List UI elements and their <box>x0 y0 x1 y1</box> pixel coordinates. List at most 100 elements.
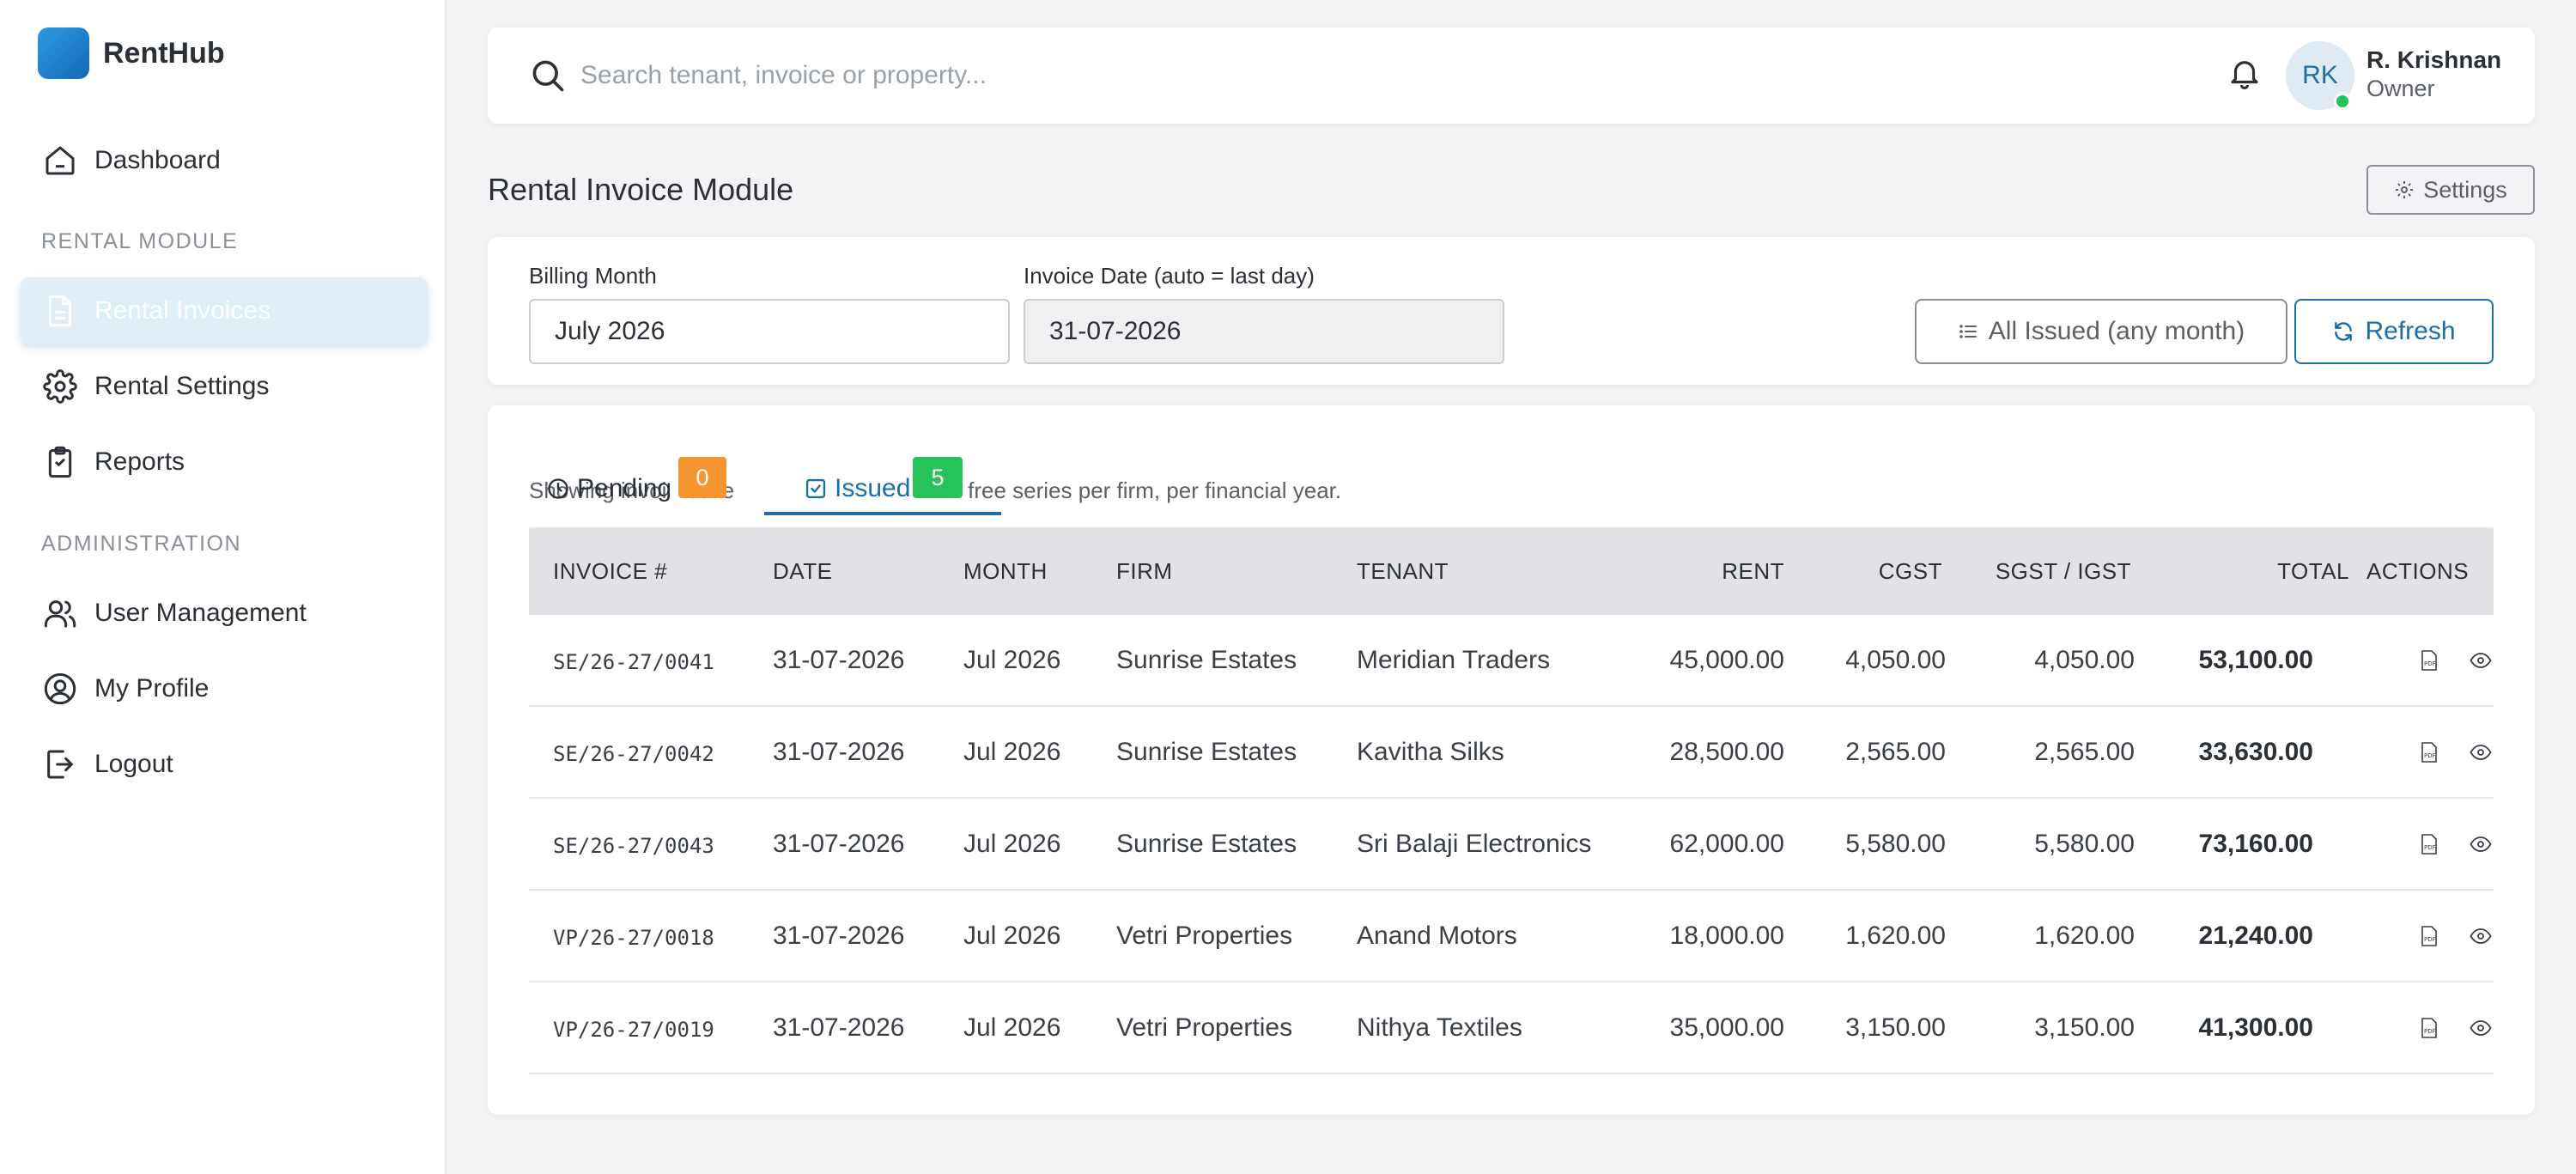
logout-icon <box>41 745 79 783</box>
cell-cgst: 1,620.00 <box>1845 922 1946 950</box>
invoice-table-card: Showing invoiissuefree series per firm, … <box>488 405 2535 1115</box>
cell-firm: Sunrise Estates <box>1116 738 1297 766</box>
document-icon <box>41 292 79 330</box>
cell-date: 31-07-2026 <box>773 646 905 674</box>
eye-icon[interactable] <box>2468 739 2494 765</box>
cell-rent: 35,000.00 <box>1669 1013 1784 1042</box>
cell-tenant: Nithya Textiles <box>1357 1013 1522 1042</box>
pending-count-badge: 0 <box>678 457 726 498</box>
user-name: R. Krishnan <box>2366 46 2502 73</box>
cell-tenant: Kavitha Silks <box>1357 738 1504 766</box>
col-actions-label: ACTIONS <box>2366 558 2470 584</box>
topbar: RK R. Krishnan Owner <box>488 27 2535 124</box>
bell-icon[interactable] <box>2227 55 2263 95</box>
svg-text:PDF: PDF <box>2424 1028 2436 1035</box>
cell-cgst: 4,050.00 <box>1845 646 1946 674</box>
cell-invoice: SE/26-27/0041 <box>553 650 714 674</box>
tab-pending[interactable]: Pending <box>546 460 671 517</box>
sidebar-item-label: Reports <box>94 447 185 476</box>
pdf-icon[interactable]: PDF <box>2416 739 2442 765</box>
issued-count-badge: 5 <box>913 457 963 498</box>
cell-tenant: Meridian Traders <box>1357 646 1551 674</box>
eye-icon[interactable] <box>2468 831 2494 857</box>
eye-icon[interactable] <box>2468 1015 2494 1041</box>
sidebar-item-label: User Management <box>94 599 307 627</box>
pdf-icon[interactable]: PDF <box>2416 831 2442 857</box>
sidebar-item-dashboard[interactable]: Dashboard <box>21 127 428 194</box>
brand[interactable]: RentHub <box>38 27 225 79</box>
section-label-rental: RENTAL MODULE <box>41 229 239 253</box>
cell-cgst: 2,565.00 <box>1845 738 1946 766</box>
users-icon <box>41 594 79 632</box>
svg-text:PDF: PDF <box>2424 936 2436 943</box>
col-month: MONTH <box>963 558 1048 584</box>
table-row: SE/26-27/0042 31-07-2026 Jul 2026 Sunrise E… <box>529 707 2494 799</box>
cell-total: 53,100.00 <box>2198 646 2313 674</box>
search-icon <box>529 57 567 99</box>
col-rent: RENT <box>1722 558 1784 584</box>
cell-total: 41,300.00 <box>2198 1013 2313 1042</box>
settings-button[interactable]: Settings <box>2366 165 2535 215</box>
cell-rent: 62,000.00 <box>1669 830 1784 858</box>
pdf-icon[interactable]: PDF <box>2416 648 2442 673</box>
cell-tenant: Sri Balaji Electronics <box>1357 830 1592 858</box>
col-invoice: INVOICE # <box>553 558 668 584</box>
sidebar-item-rental-settings[interactable]: Rental Settings <box>21 353 428 420</box>
eye-icon[interactable] <box>2468 923 2494 949</box>
cell-cgst: 5,580.00 <box>1845 830 1946 858</box>
pdf-icon[interactable]: PDF <box>2416 923 2442 949</box>
pdf-icon[interactable]: PDF <box>2416 1015 2442 1041</box>
search-input[interactable] <box>580 52 1697 100</box>
section-label-admin: ADMINISTRATION <box>41 532 242 556</box>
check-square-icon <box>804 477 828 501</box>
sidebar-item-label: Rental Invoices <box>94 296 271 325</box>
refresh-icon <box>2335 322 2353 341</box>
col-date: DATE <box>773 558 833 584</box>
cell-month: Jul 2026 <box>963 738 1061 766</box>
table-row: VP/26-27/0018 31-07-2026 Jul 2026 Vetri Pro… <box>529 891 2494 982</box>
cell-rent: 28,500.00 <box>1669 738 1784 766</box>
col-total-label: TOTAL <box>2277 558 2349 584</box>
sidebar-item-logout[interactable]: Logout <box>21 731 428 798</box>
tab-issued-label: Issued <box>835 474 911 502</box>
cell-tenant: Anand Motors <box>1357 922 1517 950</box>
online-status-dot <box>2334 93 2351 110</box>
sidebar-item-my-profile[interactable]: My Profile <box>21 655 428 722</box>
active-tab-indicator <box>764 512 1001 515</box>
col-sgst: SGST / IGST <box>1995 558 2131 584</box>
eye-icon[interactable] <box>2468 648 2494 673</box>
cell-total: 21,240.00 <box>2198 922 2313 950</box>
cell-month: Jul 2026 <box>963 922 1061 950</box>
page-title: Rental Invoice Module <box>488 172 794 207</box>
sidebar-item-reports[interactable]: Reports <box>21 429 428 496</box>
sidebar-item-rental-invoices[interactable]: Rental Invoices <box>21 277 428 344</box>
cell-date: 31-07-2026 <box>773 830 905 858</box>
refresh-label: Refresh <box>2365 317 2456 345</box>
cell-date: 31-07-2026 <box>773 922 905 950</box>
billing-month-field[interactable]: July 2026 <box>529 299 1010 364</box>
cell-invoice: SE/26-27/0043 <box>553 834 714 858</box>
cell-rent: 18,000.00 <box>1669 922 1784 950</box>
settings-button-label: Settings <box>2423 176 2507 203</box>
svg-text:PDF: PDF <box>2424 660 2436 667</box>
tab-issued[interactable]: Issued <box>804 460 914 517</box>
clock-icon <box>546 477 570 501</box>
refresh-button[interactable]: Refresh <box>2294 299 2494 364</box>
gear-icon <box>41 368 79 405</box>
cell-firm: Sunrise Estates <box>1116 830 1297 858</box>
cell-month: Jul 2026 <box>963 830 1061 858</box>
cell-invoice: VP/26-27/0018 <box>553 926 714 950</box>
sidebar-item-user-management[interactable]: User Management <box>21 580 428 647</box>
table-header: INVOICE # DATE MONTH FIRM TENANT RENT CG… <box>529 527 2494 615</box>
brand-name: RentHub <box>103 36 225 70</box>
cell-firm: Sunrise Estates <box>1116 646 1297 674</box>
tab-pending-label: Pending <box>577 474 672 502</box>
all-issued-button[interactable]: All Issued (any month) <box>1915 299 2287 364</box>
svg-text:PDF: PDF <box>2424 844 2436 851</box>
cell-month: Jul 2026 <box>963 1013 1061 1042</box>
cell-date: 31-07-2026 <box>773 1013 905 1042</box>
sidebar-item-label: Rental Settings <box>94 372 270 400</box>
cell-total: 73,160.00 <box>2198 830 2313 858</box>
cell-date: 31-07-2026 <box>773 738 905 766</box>
user-role: Owner <box>2366 76 2435 101</box>
